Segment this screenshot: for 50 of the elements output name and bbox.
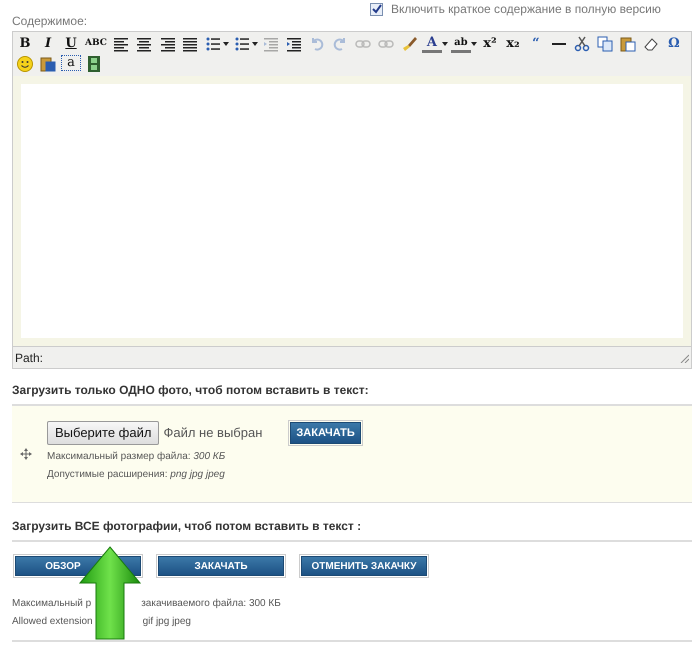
cut-icon [574, 36, 590, 52]
upload-note: gif jpg jpeg [142, 616, 191, 627]
bullets-icon [204, 36, 221, 52]
indent-icon [286, 36, 302, 52]
section-heading: Загрузить ВСЕ фотографии, чтоб потом вставить в текст : [12, 517, 692, 542]
omega-button[interactable]: Ω [664, 35, 684, 53]
align-right-icon [158, 36, 175, 52]
path-label: Path: [15, 350, 44, 366]
text-color-button[interactable]: A [422, 35, 442, 53]
underline-button[interactable]: U [61, 35, 81, 53]
upload-button[interactable]: ЗАКАЧАТЬ [290, 422, 361, 444]
rule-icon [552, 43, 566, 45]
brush-icon [400, 36, 417, 52]
choose-file-button[interactable]: Выберите файл [47, 421, 160, 445]
redo-icon [332, 36, 348, 52]
smiley-icon [17, 56, 33, 72]
checkbox-label: Включить краткое содержание в полную версию [391, 1, 661, 18]
bold-button[interactable]: B [15, 35, 35, 53]
paste-word-icon-button[interactable] [38, 55, 58, 73]
paste-icon-button[interactable] [618, 35, 638, 53]
paste-icon [620, 36, 636, 52]
align-center-icon [136, 36, 152, 52]
highlight-button[interactable]: ab [450, 35, 471, 53]
copy-icon [596, 36, 613, 52]
file-status: Файл не выбран [163, 424, 262, 442]
paste-word-icon [40, 56, 56, 72]
subscript-button[interactable]: x₂ [502, 35, 523, 53]
upload-note: Allowed extension [12, 616, 93, 627]
strike-button[interactable]: ABC [84, 35, 108, 53]
upload-action-button[interactable]: ОТМЕНИТЬ ЗАКАЧКУ [301, 556, 427, 576]
upload-note: закачиваемого файла: 300 КБ [141, 598, 281, 609]
italic-button[interactable]: I [38, 35, 58, 53]
resize-grip-icon[interactable] [679, 352, 689, 362]
quote-button[interactable]: “ [526, 35, 546, 53]
copy-icon-button[interactable] [594, 35, 615, 53]
upload-note: Максимальный размер файла: 300 КБ [47, 450, 226, 463]
align-left-icon [112, 36, 129, 52]
move-icon[interactable] [20, 448, 32, 460]
eraser-icon [642, 36, 659, 52]
upload-action-button[interactable]: ЗАКАЧАТЬ [158, 556, 284, 576]
upload-note: Максимальный р [12, 598, 92, 609]
film-icon [86, 56, 102, 72]
upload-note: Допустимые расширения: png jpg jpeg [47, 468, 226, 481]
superscript-button[interactable]: x² [480, 35, 500, 53]
outdent-icon [262, 36, 279, 52]
select-all-button[interactable]: a [61, 55, 81, 71]
content-label: Содержимое: [12, 14, 88, 28]
checkbox[interactable] [370, 2, 383, 16]
justify-icon [182, 36, 198, 52]
smiley-icon-button[interactable] [15, 55, 35, 73]
